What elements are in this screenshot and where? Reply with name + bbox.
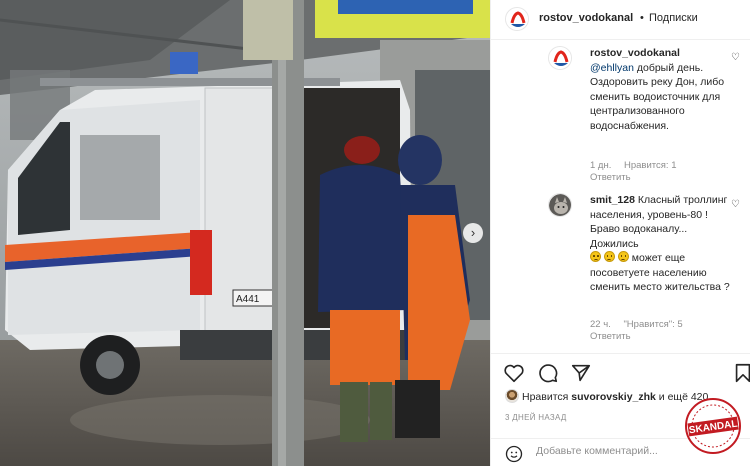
vodokanal-logo-icon — [506, 8, 528, 30]
following-button[interactable]: Подписки — [649, 12, 698, 24]
post-time: 3 ДНЕЙ НАЗАД — [505, 413, 567, 422]
likes-summary[interactable]: Нравится suvorovskiy_zhk и ещё 420 — [505, 389, 708, 403]
heart-icon[interactable] — [503, 362, 525, 384]
comment-time: 1 дн. — [590, 160, 612, 171]
comment-likes[interactable]: Нравится: 1 — [624, 160, 676, 171]
comment-text: rostov_vodokanal @ehllyan добрый день. О… — [590, 46, 730, 133]
liker-username[interactable]: suvorovskiy_zhk — [571, 391, 656, 403]
comment-reply-button[interactable]: Ответить — [590, 331, 631, 342]
comment-avatar[interactable] — [548, 193, 572, 217]
comment-like-heart-icon[interactable]: ♡ — [731, 199, 740, 210]
comment-icon[interactable] — [537, 362, 559, 384]
sad-face-emoji-icon — [590, 251, 601, 262]
separator-dot: • — [640, 12, 644, 24]
skandal-watermark-logo: SKANDAL — [685, 398, 741, 454]
comment-time: 22 ч. — [590, 319, 611, 330]
post-side-panel: rostov_vodokanal • Подписки rostov_vodok… — [490, 0, 750, 466]
license-plate-text: А441 — [236, 294, 260, 305]
comment-meta: 22 ч. "Нравится": 5 Ответить — [590, 319, 693, 343]
comment-avatar[interactable] — [548, 46, 572, 70]
sad-face-emoji-icon — [603, 251, 615, 262]
comment-username[interactable]: rostov_vodokanal — [590, 47, 680, 59]
comment-reply-button[interactable]: Ответить — [590, 172, 631, 183]
comment-likes[interactable]: "Нравится": 5 — [623, 319, 682, 330]
emoji-smile-icon[interactable] — [505, 445, 523, 463]
post-photo[interactable]: А441 › — [0, 0, 490, 466]
comment-like-heart-icon[interactable]: ♡ — [731, 52, 740, 63]
add-comment-input[interactable] — [536, 445, 666, 457]
comment-username[interactable]: smit_128 — [590, 194, 635, 206]
next-photo-button[interactable]: › — [463, 223, 483, 243]
vodokanal-logo-icon — [549, 47, 571, 69]
comment-text: smit_128 Класный троллинг населения, уро… — [590, 193, 730, 295]
paper-plane-icon[interactable] — [570, 362, 592, 384]
photo-scene: А441 — [0, 0, 490, 466]
likes-prefix: Нравится — [522, 391, 572, 403]
account-username[interactable]: rostov_vodokanal — [539, 12, 633, 24]
sad-face-emoji-icon — [617, 251, 629, 262]
comments-list[interactable]: rostov_vodokanal @ehllyan добрый день. О… — [491, 40, 750, 353]
cat-avatar-icon — [549, 194, 571, 216]
post-header: rostov_vodokanal • Подписки — [491, 0, 750, 40]
account-avatar[interactable] — [505, 7, 529, 31]
liker-avatar — [505, 389, 519, 403]
bookmark-icon[interactable] — [732, 362, 750, 384]
comment-mention[interactable]: @ehllyan — [590, 62, 634, 74]
post-actions — [491, 353, 750, 393]
comment-meta: 1 дн. Нравится: 1 Ответить — [590, 160, 686, 184]
